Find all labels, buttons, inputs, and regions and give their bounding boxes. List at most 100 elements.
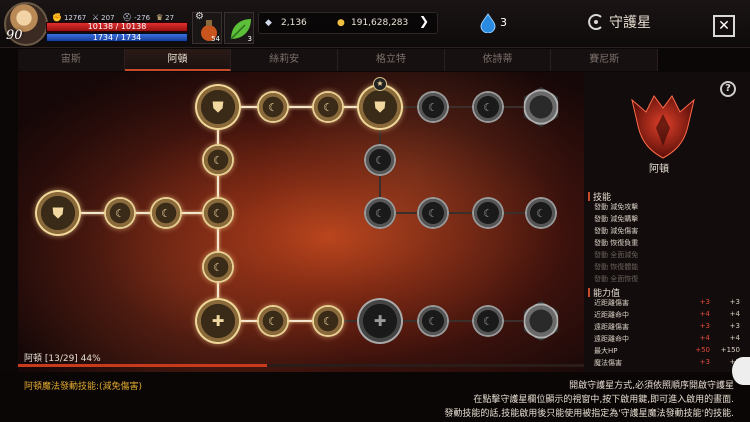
star-node-active[interactable]: ☾ bbox=[202, 251, 234, 283]
detail-panel: ? 阿頓 技能 發動 減免攻擊 發動 減免購擊 發動 減免傷害 發動 恢復負重 發動 全… bbox=[584, 72, 750, 372]
tab-aton[interactable]: 阿頓 bbox=[124, 49, 232, 71]
tab-sylian[interactable]: 絲莉安 bbox=[231, 49, 339, 71]
skill-item: 發動 全面恢復 bbox=[594, 275, 639, 283]
help-button[interactable]: ? bbox=[720, 81, 736, 97]
crescent-moon-icon: ☾ bbox=[213, 260, 223, 274]
tab-zeus[interactable]: 宙斯 bbox=[18, 49, 125, 71]
stat-total: +3 bbox=[729, 298, 740, 306]
crescent-moon-icon: ☾ bbox=[375, 153, 385, 167]
star-node-active[interactable]: ☾ bbox=[257, 305, 289, 337]
stat-current: +3 bbox=[699, 358, 710, 366]
star-node-locked[interactable]: ☾ bbox=[525, 197, 557, 229]
star-node-active[interactable]: ☾ bbox=[150, 197, 182, 229]
star-node-locked[interactable]: ☾ bbox=[417, 197, 449, 229]
stat-row: 魔法傷害+3+3 bbox=[594, 358, 744, 368]
crescent-moon-icon: ☾ bbox=[161, 206, 171, 220]
stat-name: 遠距離命中 bbox=[594, 335, 629, 343]
star-node-locked[interactable]: ☾ bbox=[364, 144, 396, 176]
tab-gerit[interactable]: 格立特 bbox=[338, 49, 445, 71]
star-node-locked[interactable]: ☾ bbox=[417, 91, 449, 123]
node-wolf-top[interactable]: ⛊ bbox=[195, 84, 241, 130]
stat-current: +4 bbox=[699, 310, 710, 318]
skill-item: 發動 恢復體能 bbox=[594, 263, 639, 271]
close-button[interactable]: ✕ bbox=[713, 15, 735, 37]
star-node-active[interactable]: ☾ bbox=[312, 305, 344, 337]
chat-bubble-icon[interactable] bbox=[732, 357, 750, 385]
star-node-locked[interactable]: ☾ bbox=[472, 305, 504, 337]
stat-trophy-value: 27 bbox=[165, 13, 175, 22]
leaf-count: 3 bbox=[247, 35, 252, 43]
gear-icon[interactable]: ⚙ bbox=[195, 11, 204, 22]
stat-row: 近距離傷害 +3 +3 bbox=[594, 298, 744, 308]
stat-helmet: ⛑ -276 bbox=[122, 13, 150, 22]
star-node-active[interactable]: ☾ bbox=[202, 197, 234, 229]
mp-text: 1734 / 1734 bbox=[92, 33, 142, 42]
node-cross-shield[interactable]: ✚ bbox=[195, 298, 241, 344]
info-line-2: 在點擊守護星欄位顯示的視窗中,按下啟用鍵,即可進入啟用的畫面. bbox=[473, 395, 734, 405]
hex-end-node[interactable] bbox=[523, 301, 559, 341]
tab-saines[interactable]: 賽尼斯 bbox=[551, 49, 659, 71]
star-node-locked[interactable]: ☾ bbox=[472, 197, 504, 229]
star-node-locked[interactable]: ☾ bbox=[364, 197, 396, 229]
crescent-moon-icon: ☾ bbox=[428, 100, 438, 114]
stat-name: 魔法傷害 bbox=[594, 359, 622, 367]
potion-count: 54 bbox=[211, 35, 220, 43]
crescent-moon-icon: ☾ bbox=[483, 206, 493, 220]
hex-end-node[interactable] bbox=[523, 87, 559, 127]
quick-slot-leaf[interactable]: 3 bbox=[224, 12, 254, 44]
progress-label: 阿頓 [13/29] 44% bbox=[24, 354, 101, 364]
star-node-locked[interactable]: ☾ bbox=[417, 305, 449, 337]
cross-shield-icon: ✚ bbox=[373, 312, 387, 330]
helmet-icon: ⛑ bbox=[122, 13, 133, 22]
info-line-1: 開啟守護星方式,必須依照順序開啟守護星 bbox=[569, 381, 734, 391]
crescent-moon-icon: ☾ bbox=[323, 314, 333, 328]
window-title-group: 守護星 bbox=[587, 12, 651, 32]
stat-current: +4 bbox=[699, 334, 710, 342]
stat-sword: ⚔ 207 bbox=[92, 13, 115, 22]
star-node-active[interactable]: ☾ bbox=[312, 91, 344, 123]
star-node-active[interactable]: ☾ bbox=[104, 197, 136, 229]
node-cross-locked[interactable]: ✚ bbox=[357, 298, 403, 344]
currency-bar: ◆ 2,136 ● 191,628,283 bbox=[258, 12, 438, 34]
star-node-active[interactable]: ☾ bbox=[257, 91, 289, 123]
star-node-active[interactable]: ☾ bbox=[202, 144, 234, 176]
blue-gem-icon bbox=[480, 13, 496, 33]
crescent-moon-icon: ☾ bbox=[213, 206, 223, 220]
stat-sword-value: 207 bbox=[101, 13, 115, 22]
node-start-shield[interactable]: ⛊ bbox=[35, 190, 81, 236]
stat-current: +50 bbox=[695, 346, 710, 354]
crescent-moon-icon: ☾ bbox=[323, 100, 333, 114]
player-level: 90 bbox=[6, 28, 23, 43]
wolf-icon: ⛊ bbox=[374, 98, 386, 116]
star-node-locked[interactable]: ☾ bbox=[472, 91, 504, 123]
crescent-moon-icon: ☾ bbox=[483, 314, 493, 328]
crescent-moon-icon: ☾ bbox=[213, 153, 223, 167]
crescent-moon-icon: ☾ bbox=[536, 206, 546, 220]
stat-row: 近距離命中 +4 +4 bbox=[594, 310, 744, 320]
crescent-moon-icon: ☾ bbox=[268, 100, 278, 114]
crescent-moon-icon: ☾ bbox=[428, 314, 438, 328]
skill-item: 發動 減免傷害 bbox=[594, 227, 639, 235]
stat-name: 近距離傷害 bbox=[594, 299, 629, 307]
top-bar: 90 ✊ 12767 ⚔ 207 ⛑ -276 ♛ 27 10138 / 101… bbox=[0, 0, 750, 48]
fist-icon: ✊ bbox=[52, 13, 62, 22]
stat-name: 遠距離傷害 bbox=[594, 323, 629, 331]
trophy-icon: ♛ bbox=[156, 13, 164, 22]
tab-yisidi[interactable]: 依詩蒂 bbox=[445, 49, 552, 71]
constellation-emblem-icon bbox=[631, 95, 695, 159]
stat-name: 最大HP bbox=[594, 347, 618, 355]
chevron-right-icon[interactable]: ❯ bbox=[419, 14, 429, 28]
constellation-graph: ⛊ ☾ ☾ ☾ ☾ ☾ ⛊ ☾ ☾ ⛊ ☾ ☾ ☾ ☾ ☾ ☾ ☾ ✚ ☾ ☾ ✚ ☾ ☾ ★ bbox=[18, 72, 584, 372]
constellation-tabs: 宙斯 阿頓 絲莉安 格立特 依詩蒂 賽尼斯 bbox=[18, 49, 659, 71]
crescent-moon-icon: ☾ bbox=[483, 100, 493, 114]
gold-coin-icon: ● bbox=[337, 18, 345, 28]
crescent-moon-icon: ☾ bbox=[375, 206, 385, 220]
window-title: 守護星 bbox=[609, 15, 651, 31]
cross-shield-icon: ✚ bbox=[211, 312, 225, 330]
constellation-logo-icon bbox=[588, 14, 602, 30]
gold-amount: 191,628,283 bbox=[351, 18, 409, 28]
stat-total: +150 bbox=[720, 346, 740, 354]
hp-text: 10138 / 10138 bbox=[87, 22, 147, 31]
hp-bar: 10138 / 10138 bbox=[46, 22, 188, 32]
quick-slot-potion[interactable]: ⚙ 54 bbox=[192, 11, 222, 44]
